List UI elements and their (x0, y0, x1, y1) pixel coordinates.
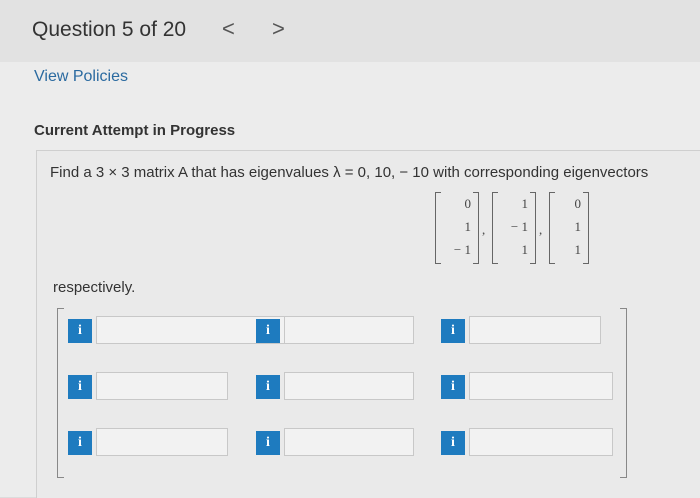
next-question-arrow-icon[interactable]: > (272, 16, 285, 42)
matrix-right-bracket (620, 308, 627, 478)
matrix-input-r3c3[interactable] (469, 428, 613, 456)
question-prompt: Find a 3 × 3 matrix A that has eigenvalu… (50, 164, 649, 181)
matrix-input-r2c1[interactable] (96, 372, 228, 400)
eigenvector-3-entry-1: 0 (574, 196, 582, 211)
eigenvector-1-entry-3: − 1 (453, 242, 471, 257)
matrix-input-r3c1[interactable] (96, 428, 228, 456)
eigenvector-1-entry-1: 0 (464, 196, 472, 211)
eigenvector-1: 0 1 − 1 (435, 192, 479, 264)
info-icon[interactable]: i (68, 431, 92, 455)
vector-separator: , (539, 222, 543, 237)
info-icon[interactable]: i (68, 375, 92, 399)
eigenvector-2: 1 − 1 1 (492, 192, 536, 264)
eigenvector-2-entry-3: 1 (521, 242, 529, 257)
respectively-text: respectively. (53, 279, 136, 296)
matrix-left-bracket (57, 308, 64, 478)
view-policies-link[interactable]: View Policies (34, 68, 128, 86)
question-counter: Question 5 of 20 (32, 18, 187, 41)
info-icon[interactable]: i (441, 375, 465, 399)
matrix-input-r1c2[interactable] (284, 316, 414, 344)
vector-separator: , (482, 222, 486, 237)
prev-question-arrow-icon[interactable]: < (222, 16, 235, 42)
matrix-input-r1c3[interactable] (469, 316, 601, 344)
matrix-input-r2c2[interactable] (284, 372, 414, 400)
eigenvector-3-entry-3: 1 (574, 242, 582, 257)
matrix-input-r3c2[interactable] (284, 428, 414, 456)
eigenvector-3-entry-2: 1 (574, 219, 582, 234)
eigenvector-2-entry-1: 1 (521, 196, 529, 211)
info-icon[interactable]: i (441, 319, 465, 343)
eigenvector-3: 0 1 1 (549, 192, 589, 264)
info-icon[interactable]: i (68, 319, 92, 343)
info-icon[interactable]: i (441, 431, 465, 455)
eigenvector-1-entry-2: 1 (464, 219, 472, 234)
info-icon[interactable]: i (256, 431, 280, 455)
matrix-input-r2c3[interactable] (469, 372, 613, 400)
eigenvector-2-entry-2: − 1 (510, 219, 528, 234)
attempt-heading: Current Attempt in Progress (34, 122, 236, 139)
info-icon[interactable]: i (256, 375, 280, 399)
info-icon[interactable]: i (256, 319, 280, 343)
